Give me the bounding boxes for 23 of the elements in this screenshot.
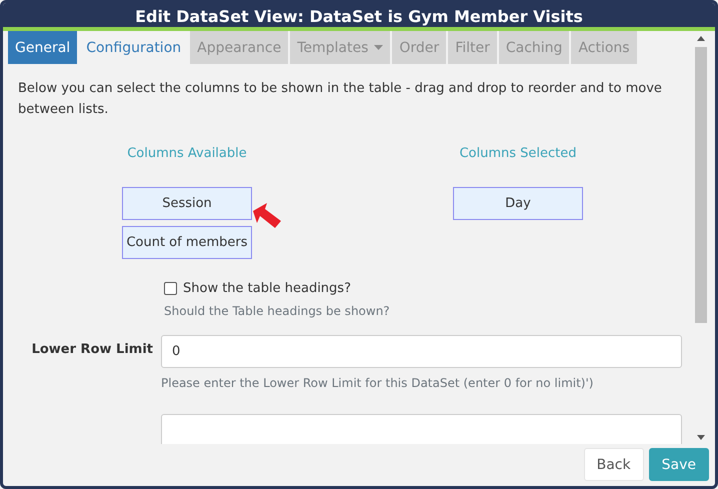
checkbox-label: Show the table headings? (183, 281, 351, 296)
checkbox[interactable] (164, 282, 177, 295)
column-chip[interactable]: Day (453, 187, 583, 220)
help-text: Please enter the Lower Row Limit for this DataSet (enter 0 for no limit)') (161, 376, 594, 390)
scroll-up-icon[interactable] (697, 36, 705, 41)
scrollbar-thumb[interactable] (695, 47, 707, 323)
instructions-text: Below you can select the columns to be shown in the table - drag and drop to reorder and to move between lists. (18, 80, 663, 119)
input-field[interactable]: 0 (161, 335, 682, 368)
column-chip[interactable]: Session (122, 187, 252, 220)
action-button[interactable]: Back (584, 448, 644, 481)
action-button[interactable]: Save (648, 448, 709, 481)
caret-icon (374, 45, 384, 50)
window-title: Edit DataSet View: DataSet is Gym Member Visits (3, 3, 715, 31)
tab[interactable]: Configuration (79, 31, 188, 64)
field-label: Lower Row Limit (30, 341, 154, 357)
column-list-heading: Columns Selected (459, 146, 577, 161)
pointer-arrow (251, 201, 283, 231)
help-text: Should the Table headings be shown? (164, 304, 391, 318)
scroll-down-icon[interactable] (697, 435, 705, 440)
input-field[interactable] (161, 414, 682, 444)
tab[interactable]: General (8, 31, 78, 64)
column-chip[interactable]: Count of members (122, 226, 252, 259)
column-list-heading: Columns Available (127, 146, 247, 161)
